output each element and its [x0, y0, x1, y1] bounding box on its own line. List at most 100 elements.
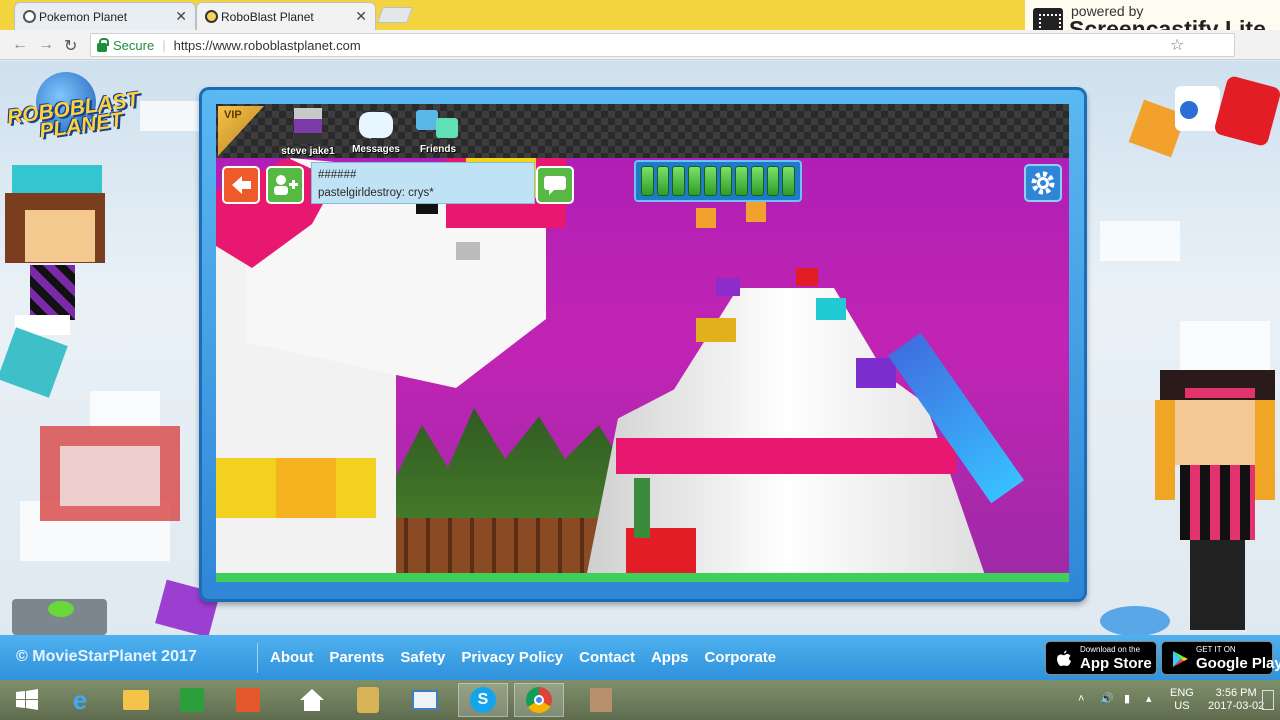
language-code: ENG — [1170, 687, 1194, 699]
taskbar-chrome[interactable] — [514, 683, 564, 717]
language-indicator[interactable]: ENG US — [1170, 687, 1194, 713]
energy-pip — [703, 166, 717, 196]
google-play-button[interactable]: GET IT ON Google Play — [1161, 641, 1280, 675]
taskbar-notes[interactable] — [343, 683, 393, 717]
tray-overflow-icon[interactable]: ˄ — [1078, 693, 1084, 705]
taskbar-store[interactable] — [167, 683, 217, 717]
energy-pip — [735, 166, 748, 196]
url-bar[interactable]: Secure | https://www.roboblastplanet.com — [90, 33, 1235, 57]
app-store-big: App Store — [1080, 655, 1152, 672]
back-arrow-icon[interactable]: ← — [12, 36, 28, 54]
volume-icon[interactable]: 🔊 — [1100, 692, 1114, 705]
url-text[interactable]: https://www.roboblastplanet.com — [174, 38, 361, 53]
footer-link-about[interactable]: About — [270, 649, 313, 666]
notification-icon[interactable] — [1262, 690, 1274, 710]
site-logo[interactable]: ROBOBLAST PLANET — [6, 72, 141, 145]
forward-arrow-icon[interactable]: → — [38, 36, 54, 54]
energy-pip — [641, 166, 654, 196]
app-store-button[interactable]: Download on the App Store — [1045, 641, 1157, 675]
mascot-shoe — [0, 327, 68, 398]
os-taskbar: e S ˄ 🔊 ▮ ▴ ENG US 3:56 PM 2017-03-02 — [0, 680, 1280, 720]
messages-label: Messages — [352, 144, 400, 155]
add-friend-button[interactable] — [266, 166, 304, 204]
cake-candy — [796, 268, 818, 286]
energy-pip — [782, 166, 796, 196]
site-footer: © MovieStarPlanet 2017 About Parents Saf… — [0, 635, 1280, 680]
back-button[interactable] — [222, 166, 260, 204]
app-store-small: Download on the — [1080, 645, 1141, 654]
clock-date: 2017-03-02 — [1208, 700, 1265, 712]
avatar — [294, 108, 322, 144]
energy-bar — [634, 160, 802, 202]
chat-bubble-icon — [544, 176, 566, 195]
energy-pip — [766, 166, 780, 196]
energy-pip — [719, 166, 733, 196]
address-toolbar: ← → ↻ Secure | https://www.roboblastplan… — [0, 30, 1280, 60]
background-house-window — [60, 446, 160, 506]
close-tab-icon[interactable]: ✕ — [175, 8, 187, 25]
footer-link-privacy-policy[interactable]: Privacy Policy — [461, 649, 563, 666]
footer-links: About Parents Safety Privacy Policy Cont… — [270, 649, 776, 666]
unicorn-nostril — [456, 242, 480, 260]
taskbar-home[interactable] — [287, 683, 337, 717]
app-icon — [590, 688, 612, 712]
game-frame: VIP steve jake1 Messages Friends ###### … — [199, 87, 1087, 602]
secure-label: Secure — [113, 37, 155, 53]
footer-divider — [257, 643, 258, 673]
cloud-block — [140, 101, 200, 131]
play-store-icon — [1173, 651, 1188, 667]
notes-icon — [357, 687, 379, 713]
footer-link-safety[interactable]: Safety — [400, 649, 445, 666]
chat-button[interactable] — [536, 166, 574, 204]
friends-button[interactable]: Friends — [412, 108, 464, 155]
footer-link-contact[interactable]: Contact — [579, 649, 635, 666]
footer-link-parents[interactable]: Parents — [329, 649, 384, 666]
taskbar-photos[interactable] — [223, 683, 273, 717]
taskbar-internet-explorer[interactable]: e — [55, 683, 105, 717]
reload-icon[interactable]: ↻ — [64, 36, 77, 56]
game-viewport[interactable]: VIP steve jake1 Messages Friends ###### … — [216, 104, 1069, 582]
new-tab-button[interactable] — [377, 7, 413, 23]
profile-name: steve jake1 — [281, 146, 335, 157]
url-separator: | — [162, 37, 166, 53]
pokeball-favicon-icon — [23, 10, 36, 23]
cake-candle — [746, 202, 766, 222]
logo-text: ROBOBLAST PLANET — [6, 88, 143, 145]
footer-link-apps[interactable]: Apps — [651, 649, 689, 666]
tab-roboblast-planet[interactable]: RoboBlast Planet ✕ — [196, 2, 376, 30]
clock-time: 3:56 PM — [1215, 687, 1257, 699]
messages-button[interactable]: Messages — [348, 108, 404, 155]
profile-button[interactable]: steve jake1 — [278, 108, 338, 157]
chat-log[interactable]: ###### pastelgirldestroy: crys* — [311, 162, 535, 204]
taskbar-window[interactable] — [400, 683, 450, 717]
google-play-big: Google Play — [1196, 655, 1280, 672]
folder-icon — [123, 690, 149, 710]
game-scene[interactable]: ###### pastelgirldestroy: crys* — [216, 158, 1069, 582]
wifi-icon[interactable]: ▴ — [1146, 692, 1152, 705]
cloud-block — [90, 391, 160, 431]
taskbar-skype[interactable]: S — [458, 683, 508, 717]
home-icon — [300, 689, 324, 711]
settings-button[interactable] — [1024, 164, 1062, 202]
skype-icon: S — [470, 687, 496, 713]
mascot-face — [1170, 400, 1260, 465]
footer-link-corporate[interactable]: Corporate — [704, 649, 776, 666]
start-button[interactable] — [2, 683, 52, 717]
add-friend-icon — [274, 175, 298, 195]
message-bubble-icon — [359, 112, 393, 139]
bookmark-star-icon[interactable]: ☆ — [1170, 35, 1184, 55]
chat-line: ###### — [318, 169, 357, 181]
mascot-legs — [1190, 540, 1245, 630]
player-robot-antenna — [634, 478, 650, 538]
close-tab-icon[interactable]: ✕ — [355, 8, 367, 25]
unicorn-hoof-shade — [276, 458, 336, 518]
lock-icon — [97, 37, 109, 52]
battery-icon[interactable]: ▮ — [1124, 692, 1130, 705]
tab-pokemon-planet[interactable]: Pokemon Planet ✕ — [14, 2, 196, 30]
mascot-left — [0, 165, 115, 398]
taskbar-file-explorer[interactable] — [111, 683, 161, 717]
taskbar-app[interactable] — [576, 683, 626, 717]
mascot-hair-side — [1255, 400, 1275, 500]
window-icon — [412, 690, 438, 710]
clock[interactable]: 3:56 PM 2017-03-02 — [1208, 687, 1264, 713]
